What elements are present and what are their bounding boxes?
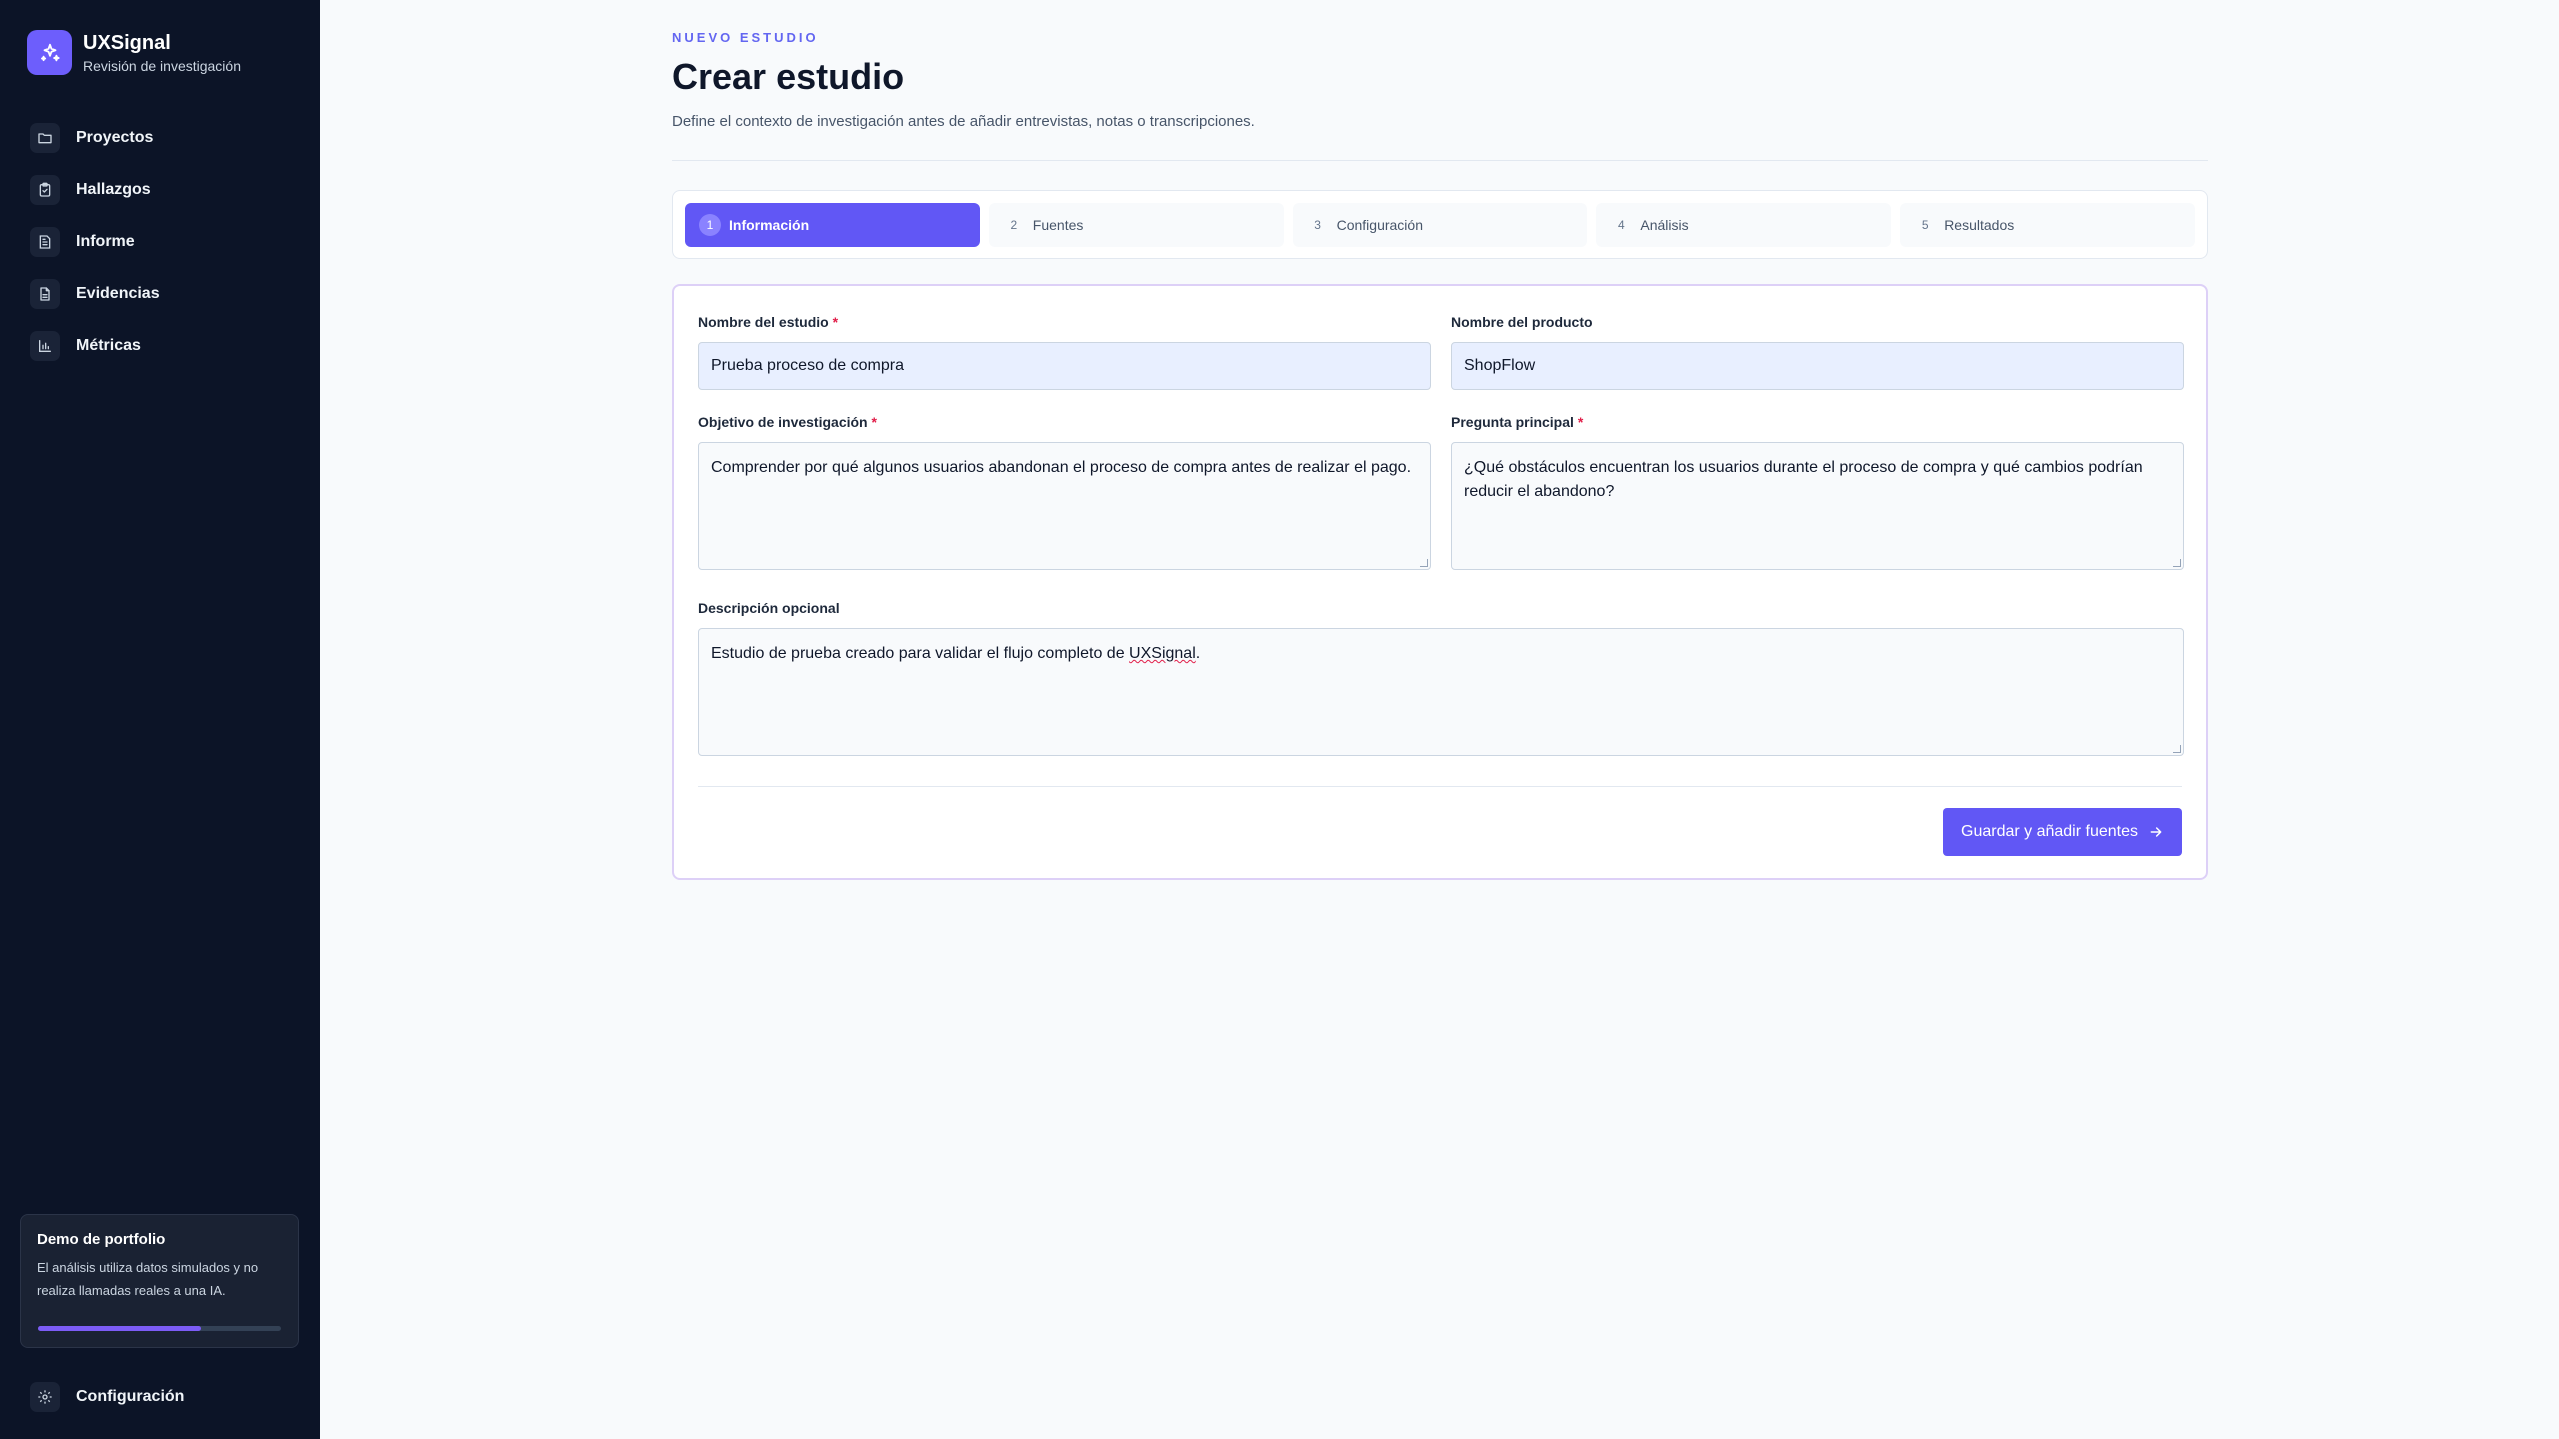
sidebar-item-label: Proyectos: [76, 129, 154, 146]
page-eyebrow: NUEVO ESTUDIO: [672, 30, 819, 45]
product-name-input[interactable]: ShopFlow: [1451, 342, 2184, 390]
step-number: 4: [1618, 218, 1625, 232]
sidebar-item-label: Informe: [76, 233, 135, 250]
description-value-end: .: [1195, 645, 1201, 662]
demo-progress-bar: [38, 1326, 281, 1331]
sparkles-icon: [27, 30, 72, 75]
description-textarea[interactable]: Estudio de prueba creado para validar el…: [698, 628, 2184, 756]
sidebar-item-informe[interactable]: Informe: [30, 216, 290, 268]
gear-icon: [30, 1382, 60, 1412]
brand-subtitle: Revisión de investigación: [83, 57, 241, 74]
step-label: Configuración: [1336, 217, 1423, 233]
objective-textarea[interactable]: Comprender por qué algunos usuarios aban…: [698, 442, 1431, 570]
main-question-label: Pregunta principal *: [1451, 414, 1583, 430]
sidebar-item-evidencias[interactable]: Evidencias: [30, 268, 290, 320]
step-analisis[interactable]: 4 Análisis: [1596, 203, 1892, 247]
objective-label: Objetivo de investigación *: [698, 414, 877, 430]
form-divider: [698, 786, 2182, 787]
save-button-label: Guardar y añadir fuentes: [1961, 823, 2138, 840]
sidebar: UXSignal Revisión de investigación Proye…: [0, 0, 320, 1439]
step-number: 2: [1010, 218, 1018, 232]
demo-text: El análisis utiliza datos simulados y no…: [37, 1260, 259, 1298]
main-question-value: ¿Qué obstáculos encuentran los usuarios …: [1464, 459, 2143, 500]
brand[interactable]: UXSignal Revisión de investigación: [27, 30, 241, 75]
resize-handle[interactable]: [2173, 745, 2181, 753]
header-divider: [672, 160, 2208, 161]
sidebar-item-label: Hallazgos: [76, 181, 151, 198]
clipboard-check-icon: [30, 175, 60, 205]
demo-progress-fill: [38, 1326, 201, 1331]
step-informacion[interactable]: 1 Información: [685, 203, 980, 247]
objective-value: Comprender por qué algunos usuarios aban…: [711, 459, 1412, 476]
sidebar-item-label: Evidencias: [76, 285, 160, 302]
main-question-label-text: Pregunta principal: [1451, 414, 1574, 430]
step-label: Información: [729, 217, 810, 233]
sidebar-nav: Proyectos Hallazgos Informe Evidencias M…: [30, 112, 290, 372]
document-icon: [30, 279, 60, 309]
settings-label: Configuración: [76, 1388, 185, 1405]
required-marker: *: [871, 414, 877, 430]
study-form: Nombre del estudio * Prueba proceso de c…: [672, 284, 2208, 880]
step-resultados[interactable]: 5 Resultados: [1900, 203, 2195, 247]
folder-icon: [30, 123, 60, 153]
description-label: Descripción opcional: [698, 600, 840, 616]
step-number: 5: [1921, 218, 1929, 232]
arrow-right-icon: [2150, 827, 2162, 837]
step-number: 1: [699, 214, 721, 236]
sidebar-item-metricas[interactable]: Métricas: [30, 320, 290, 372]
save-and-add-sources-button[interactable]: Guardar y añadir fuentes: [1943, 808, 2182, 856]
product-name-label: Nombre del producto: [1451, 314, 1593, 330]
sidebar-item-hallazgos[interactable]: Hallazgos: [30, 164, 290, 216]
step-label: Análisis: [1640, 217, 1689, 233]
resize-handle[interactable]: [1420, 559, 1428, 567]
sidebar-item-label: Métricas: [76, 337, 141, 354]
objective-label-text: Objetivo de investigación: [698, 414, 868, 430]
report-icon: [30, 227, 60, 257]
study-name-label: Nombre del estudio *: [698, 314, 838, 330]
step-label: Fuentes: [1032, 217, 1084, 233]
sidebar-item-proyectos[interactable]: Proyectos: [30, 112, 290, 164]
step-number: 3: [1314, 218, 1321, 232]
main-question-textarea[interactable]: ¿Qué obstáculos encuentran los usuarios …: [1451, 442, 2184, 570]
step-fuentes[interactable]: 2 Fuentes: [988, 203, 1284, 247]
step-configuracion[interactable]: 3 Configuración: [1292, 203, 1588, 247]
page-title: Crear estudio: [672, 56, 905, 97]
study-name-label-text: Nombre del estudio: [698, 314, 829, 330]
demo-card: Demo de portfolio El análisis utiliza da…: [20, 1214, 299, 1348]
resize-handle[interactable]: [2173, 559, 2181, 567]
sidebar-item-configuracion[interactable]: Configuración: [30, 1382, 184, 1412]
spellcheck-flagged-word: UXSignal: [1129, 645, 1196, 662]
bar-chart-icon: [30, 331, 60, 361]
brand-name: UXSignal: [83, 31, 171, 54]
stepper: 1 Información 2 Fuentes 3 Configuración …: [672, 190, 2208, 259]
step-label: Resultados: [1944, 217, 2015, 233]
page-subtitle: Define el contexto de investigación ante…: [672, 113, 1255, 130]
required-marker: *: [832, 314, 839, 330]
required-marker: *: [1577, 414, 1584, 430]
study-name-input[interactable]: Prueba proceso de compra: [698, 342, 1431, 390]
description-value: Estudio de prueba creado para validar el…: [711, 645, 1130, 662]
demo-title: Demo de portfolio: [37, 1231, 166, 1248]
